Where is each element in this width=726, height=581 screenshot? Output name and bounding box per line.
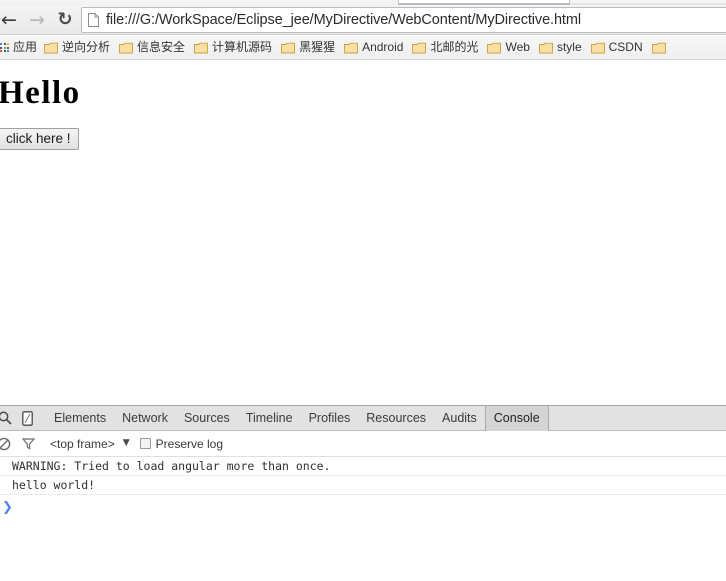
page-title: Hello <box>0 75 81 111</box>
bookmark-item[interactable]: CSDN <box>588 40 646 55</box>
address-bar[interactable]: file:///G:/WorkSpace/Eclipse_jee/MyDirec… <box>81 7 726 33</box>
tab-sources[interactable]: Sources <box>176 406 238 431</box>
preserve-log-toggle[interactable]: Preserve log <box>139 436 224 451</box>
page-viewport: Hello click here ! <box>0 61 726 405</box>
devtools-panel: Elements Network Sources Timeline Profil… <box>0 405 726 581</box>
back-button[interactable]: ← <box>0 9 20 31</box>
inspect-search-icon[interactable] <box>0 407 16 429</box>
bookmark-apps-label: 应用 <box>13 40 38 54</box>
console-message-text: hello world! <box>12 478 96 492</box>
folder-icon <box>44 42 58 54</box>
device-mode-icon[interactable] <box>16 407 38 429</box>
bookmark-item[interactable]: style <box>536 40 585 55</box>
forward-arrow-icon: → <box>29 8 45 31</box>
forward-button[interactable]: → <box>26 9 48 31</box>
browser-toolbar: ← → ↻ file:///G:/WorkSpace/Eclipse_jee/M… <box>0 5 726 35</box>
folder-icon <box>344 42 359 54</box>
filter-funnel-icon[interactable] <box>16 432 40 456</box>
browser-window: ← → ↻ file:///G:/WorkSpace/Eclipse_jee/M… <box>0 0 726 581</box>
bookmark-label: 黑猩猩 <box>299 40 336 54</box>
chevron-down-icon: ▼ <box>122 438 130 448</box>
bookmark-item[interactable]: 黑猩猩 <box>278 40 338 55</box>
frame-selector-value: <top frame> <box>50 436 115 451</box>
folder-icon <box>412 42 427 54</box>
bookmark-label: style <box>556 40 582 54</box>
bookmark-item[interactable]: 信息安全 <box>116 40 188 55</box>
bookmark-label: Web <box>505 40 530 54</box>
console-input[interactable]: ❯ <box>0 495 726 519</box>
url-text: file:///G:/WorkSpace/Eclipse_jee/MyDirec… <box>106 12 581 28</box>
preserve-log-checkbox[interactable] <box>139 438 151 449</box>
bookmark-apps[interactable]: 应用 <box>0 41 37 54</box>
folder-icon <box>538 42 553 54</box>
page-document-icon <box>88 13 99 27</box>
folder-icon <box>119 42 133 54</box>
bookmark-item[interactable]: 逆向分析 <box>41 40 113 55</box>
bookmark-label: 北邮的光 <box>430 40 479 54</box>
console-message-text: WARNING: Tried to load angular more than… <box>12 459 331 473</box>
bookmarks-bar: 应用 逆向分析 信息安全 计算机源码 黑猩猩 Android 北邮的光 Web … <box>0 36 726 60</box>
console-message-list: WARNING: Tried to load angular more than… <box>0 457 726 519</box>
reload-button[interactable]: ↻ <box>54 9 76 31</box>
folder-icon <box>590 42 605 54</box>
bookmark-label: 信息安全 <box>137 40 186 54</box>
click-here-button[interactable]: click here ! <box>0 128 79 150</box>
tab-profiles[interactable]: Profiles <box>301 406 359 431</box>
bookmark-label: 逆向分析 <box>62 40 111 54</box>
folder-icon <box>651 42 666 54</box>
clear-console-icon[interactable] <box>0 432 16 456</box>
tab-resources[interactable]: Resources <box>358 406 434 431</box>
folder-icon <box>194 42 208 54</box>
apps-grid-icon <box>0 43 9 52</box>
bookmark-item[interactable]: Android <box>341 40 406 55</box>
bookmark-label: CSDN <box>608 40 643 54</box>
tab-elements[interactable]: Elements <box>46 406 114 431</box>
console-message-row[interactable]: WARNING: Tried to load angular more than… <box>0 457 726 476</box>
preserve-log-label: Preserve log <box>155 436 224 451</box>
tab-console[interactable]: Console <box>484 405 549 431</box>
devtools-tabs: Elements Network Sources Timeline Profil… <box>46 405 549 431</box>
bookmark-item[interactable]: 北邮的光 <box>409 40 481 55</box>
tab-timeline[interactable]: Timeline <box>238 406 301 431</box>
devtools-tab-bar: Elements Network Sources Timeline Profil… <box>0 405 726 431</box>
tab-network[interactable]: Network <box>114 406 176 431</box>
folder-icon <box>487 42 502 54</box>
console-message-row[interactable]: hello world! <box>0 476 726 495</box>
back-arrow-icon: ← <box>1 8 17 31</box>
bookmark-label: 计算机源码 <box>212 40 273 54</box>
console-toolbar: <top frame> ▼ Preserve log <box>0 431 726 457</box>
frame-selector[interactable]: <top frame> ▼ <box>50 437 130 451</box>
bookmark-item[interactable]: Web <box>484 40 532 55</box>
prompt-caret-icon: ❯ <box>2 499 13 515</box>
folder-icon <box>281 42 296 54</box>
bookmark-item-overflow[interactable] <box>649 41 673 55</box>
bookmark-label: Android <box>362 40 404 54</box>
reload-icon: ↻ <box>57 9 73 30</box>
tab-audits[interactable]: Audits <box>434 406 485 431</box>
bookmark-item[interactable]: 计算机源码 <box>191 40 275 55</box>
